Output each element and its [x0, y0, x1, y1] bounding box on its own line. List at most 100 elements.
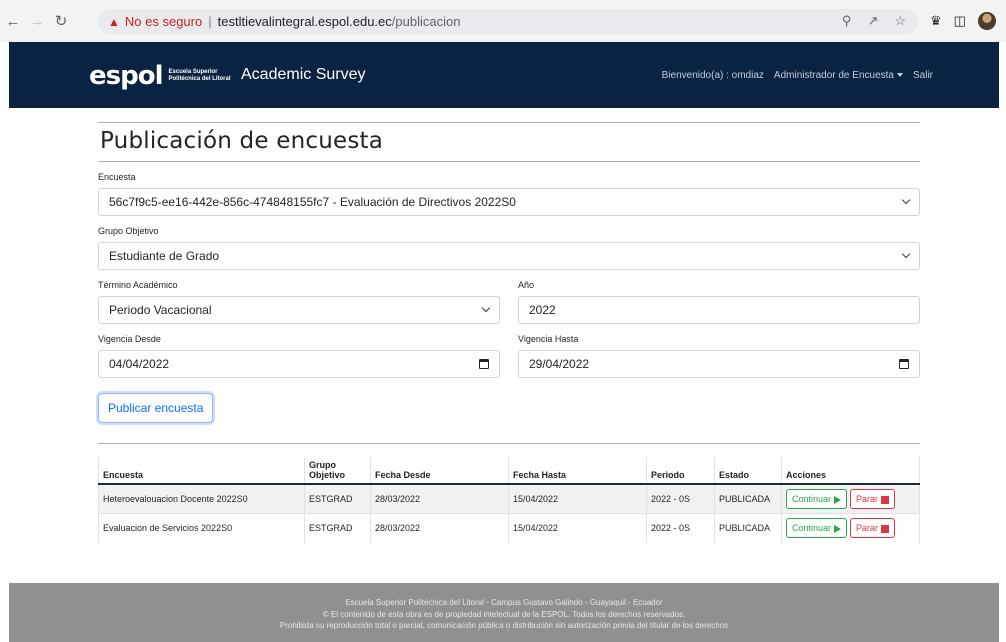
logo-subtitle: Escuela Superior Politécnica del Litoral: [169, 69, 231, 83]
espol-logo[interactable]: espol Escuela Superior Politécnica del L…: [89, 61, 231, 91]
logo-subtitle-line1: Escuela Superior: [168, 69, 218, 75]
logo-wordmark: espol: [89, 61, 163, 91]
address-bar-actions: ⚲ ↗ ☆: [842, 13, 906, 29]
caret-down-icon: [896, 73, 903, 78]
page: espol Escuela Superior Politécnica del L…: [9, 42, 999, 642]
stop-icon: [881, 495, 890, 504]
bookmark-star-icon[interactable]: ☆: [894, 13, 906, 29]
stop-label: Parar: [856, 494, 879, 504]
cell-fecha-desde: 28/03/2022: [370, 483, 509, 514]
browser-toolbar: ← → ↻ ▲ No es seguro | testltievalintegr…: [0, 0, 1006, 42]
cell-grupo: ESTGRAD: [304, 483, 371, 514]
year-input[interactable]: 2022: [518, 296, 920, 324]
app-title[interactable]: Academic Survey: [241, 66, 366, 84]
table-row: Evaluacion de Servicios 2022S0 ESTGRAD 2…: [98, 513, 920, 543]
top-divider: [98, 122, 920, 123]
url-separator: |: [208, 14, 212, 29]
stop-button[interactable]: Parar: [850, 489, 896, 509]
stop-label: Parar: [856, 523, 879, 534]
group-label: Grupo Objetivo: [98, 226, 159, 236]
user-nav: Bienvenido(a) : omdiaz Administrador de …: [662, 70, 933, 81]
table-header-row: Encuesta Grupo Objetivo Fecha Desde Fech…: [98, 457, 920, 485]
to-label: Vigencia Hasta: [518, 334, 579, 344]
share-icon[interactable]: ↗: [867, 13, 878, 29]
welcome-text: Bienvenido(a) : omdiaz: [661, 70, 764, 81]
logo-subtitle-line2: Politécnica del Litoral: [168, 76, 231, 82]
year-label: Año: [518, 280, 535, 290]
logout-link[interactable]: Salir: [913, 70, 933, 81]
extensions-puzzle-icon[interactable]: ♛: [930, 13, 942, 29]
back-arrow-icon[interactable]: ←: [2, 10, 24, 32]
calendar-icon[interactable]: [479, 359, 489, 369]
surveys-table: Encuesta Grupo Objetivo Fecha Desde Fech…: [98, 457, 920, 543]
table-divider: [98, 443, 920, 444]
continue-label: Continuar: [792, 494, 832, 504]
survey-label: Encuesta: [98, 172, 136, 182]
group-select-value: Estudiante de Grado: [109, 249, 220, 263]
stop-button[interactable]: Parar: [850, 518, 896, 539]
from-column: Vigencia Desde 04/04/2022: [98, 324, 500, 378]
table-row: Heteroevalouacion Docente 2022S0 ESTGRAD…: [98, 483, 920, 514]
publish-survey-button[interactable]: Publicar encuesta: [98, 393, 214, 423]
footer-line-rights: Prohibida su reproducción total o parcia…: [279, 621, 729, 630]
url-path: /publicacion: [391, 14, 461, 29]
role-menu-label: Administrador de Encuesta: [773, 70, 894, 81]
chevron-down-icon: [901, 249, 911, 259]
extension-area: ♛ ◫ ⋮: [930, 12, 1006, 30]
cell-periodo: 2022 - 0S: [646, 513, 715, 543]
to-column: Vigencia Hasta 29/04/2022: [518, 324, 920, 378]
cell-fecha-hasta: 15/04/2022: [508, 483, 647, 514]
col-header-fecha-hasta: Fecha Hasta: [508, 457, 647, 485]
main-content: Publicación de encuesta Encuesta 56c7f9c…: [98, 108, 920, 543]
term-select-value: Periodo Vacacional: [109, 303, 212, 317]
group-select[interactable]: Estudiante de Grado: [98, 242, 920, 270]
reload-icon[interactable]: ↻: [50, 10, 72, 32]
app-navbar: espol Escuela Superior Politécnica del L…: [9, 42, 999, 108]
security-status[interactable]: No es seguro: [125, 14, 202, 29]
page-footer: Escuela Superior Politécnica del Litoral…: [9, 583, 999, 642]
term-select[interactable]: Periodo Vacacional: [98, 296, 500, 324]
chevron-down-icon: [481, 303, 491, 313]
col-header-grupo: Grupo Objetivo: [304, 457, 371, 485]
calendar-icon[interactable]: [899, 359, 909, 369]
survey-select[interactable]: 56c7f9c5-ee16-442e-856c-474848155fc7 - E…: [98, 188, 920, 216]
cell-estado: PUBLICADA: [714, 513, 782, 543]
cell-estado: PUBLICADA: [714, 483, 782, 514]
cell-acciones: Continuar Parar: [781, 513, 920, 543]
to-date-input[interactable]: 29/04/2022: [518, 350, 920, 378]
zoom-icon[interactable]: ⚲: [842, 13, 852, 29]
col-header-fecha-desde: Fecha Desde: [370, 457, 509, 485]
play-icon: [834, 495, 842, 504]
warning-icon[interactable]: ▲: [108, 15, 120, 29]
footer-line-address: Escuela Superior Politécnica del Litoral…: [345, 598, 663, 607]
term-label: Término Académico: [98, 280, 178, 290]
col-header-estado: Estado: [714, 457, 782, 485]
continue-label: Continuar: [792, 523, 832, 534]
from-label: Vigencia Desde: [98, 334, 161, 344]
validity-row: Vigencia Desde 04/04/2022 Vigencia Hasta…: [98, 324, 920, 378]
year-input-value: 2022: [529, 303, 556, 317]
term-column: Término Académico Periodo Vacacional: [98, 270, 500, 324]
from-date-value: 04/04/2022: [109, 357, 170, 371]
year-column: Año 2022: [518, 270, 920, 324]
profile-avatar[interactable]: [977, 12, 996, 30]
cell-encuesta: Heteroevalouacion Docente 2022S0: [98, 483, 305, 514]
role-menu[interactable]: Administrador de Encuesta: [774, 70, 903, 81]
url-host: testltievalintegral.espol.edu.ec: [217, 14, 392, 29]
cell-periodo: 2022 - 0S: [646, 483, 715, 514]
col-header-periodo: Periodo: [646, 457, 715, 485]
cell-grupo: ESTGRAD: [304, 513, 371, 543]
col-header-encuesta: Encuesta: [98, 457, 305, 485]
forward-arrow-icon[interactable]: →: [26, 10, 48, 32]
cell-encuesta: Evaluacion de Servicios 2022S0: [98, 513, 305, 543]
cell-fecha-hasta: 15/04/2022: [508, 513, 647, 543]
from-date-input[interactable]: 04/04/2022: [98, 350, 500, 378]
continue-button[interactable]: Continuar: [786, 518, 848, 539]
col-header-acciones: Acciones: [781, 457, 920, 485]
stop-icon: [881, 524, 890, 533]
footer-line-copyright: © El contenido de esta obra es de propie…: [322, 609, 686, 619]
to-date-value: 29/04/2022: [529, 357, 590, 371]
address-bar[interactable]: ▲ No es seguro | testltievalintegral.esp…: [98, 9, 918, 34]
side-panel-icon[interactable]: ◫: [954, 13, 966, 29]
continue-button[interactable]: Continuar: [786, 489, 848, 509]
